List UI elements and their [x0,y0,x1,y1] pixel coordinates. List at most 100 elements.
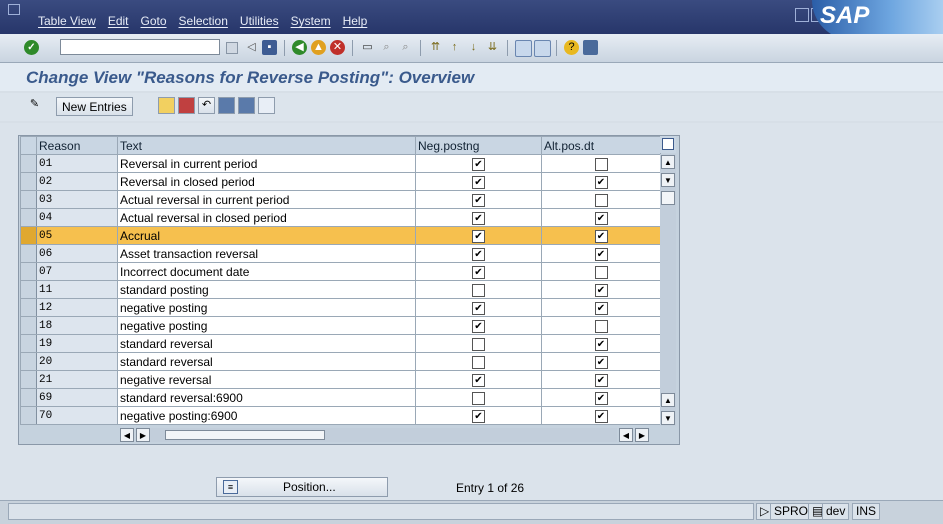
neg-posting-checkbox[interactable]: ✔ [472,319,485,333]
table-row[interactable]: 19 standard reversal ✔ [20,334,661,353]
neg-posting-checkbox[interactable]: ✔ [472,265,485,279]
reason-cell[interactable]: 11 [36,280,118,299]
column-header-text[interactable]: Text [117,136,416,155]
row-selector[interactable] [20,388,37,407]
neg-posting-checkbox[interactable]: ✔ [472,193,485,207]
help-icon[interactable]: ? [564,40,579,55]
reason-cell[interactable]: 18 [36,316,118,335]
save-icon[interactable]: ▪ [262,40,277,55]
exit-icon[interactable]: ▲ [311,40,326,55]
table-row[interactable]: 11 standard posting ✔ [20,280,661,299]
reason-cell[interactable]: 69 [36,388,118,407]
table-row[interactable]: 20 standard reversal ✔ [20,352,661,371]
create-session-icon[interactable] [515,40,532,57]
text-cell[interactable]: Incorrect document date [117,262,416,281]
find-icon[interactable]: ⌕ [379,40,394,55]
row-selector[interactable] [20,172,37,191]
row-selector[interactable] [20,262,37,281]
table-row[interactable]: 18 negative posting ✔ [20,316,661,335]
reason-cell[interactable]: 06 [36,244,118,263]
table-row[interactable]: 07 Incorrect document date ✔ [20,262,661,281]
row-selector[interactable] [20,406,37,425]
select-all-column[interactable] [20,136,37,155]
copy-as-icon[interactable] [158,97,175,114]
neg-posting-checkbox[interactable]: ✔ [472,409,485,423]
alt-posting-date-checkbox[interactable] [594,157,608,171]
text-cell[interactable]: negative posting:6900 [117,406,416,425]
minimize-icon[interactable] [795,8,809,22]
menu-help[interactable]: Help [343,14,368,28]
neg-posting-checkbox[interactable]: ✔ [472,247,485,261]
back-icon[interactable]: ◀ [292,40,307,55]
alt-posting-date-checkbox[interactable] [594,265,608,279]
reason-cell[interactable]: 12 [36,298,118,317]
alt-posting-date-checkbox[interactable]: ✔ [594,301,608,315]
reason-cell[interactable]: 03 [36,190,118,209]
menu-table-view[interactable]: Table View [38,14,96,28]
scroll-right-icon[interactable]: ▶ [136,428,150,442]
reason-cell[interactable]: 04 [36,208,118,227]
reason-cell[interactable]: 05 [36,226,118,245]
status-mode[interactable]: INS [852,503,881,520]
text-cell[interactable]: negative posting [117,316,416,335]
column-header-alt-posting-date[interactable]: Alt.pos.dt [541,136,661,155]
row-selector[interactable] [20,244,37,263]
text-cell[interactable]: Actual reversal in current period [117,190,416,209]
reason-cell[interactable]: 21 [36,370,118,389]
column-scroll-left-icon[interactable]: ◀ [619,428,633,442]
text-cell[interactable]: standard reversal [117,334,416,353]
layout-menu-icon[interactable] [583,40,598,55]
neg-posting-checkbox[interactable] [472,355,485,369]
row-selector[interactable] [20,208,37,227]
alt-posting-date-checkbox[interactable]: ✔ [594,211,608,225]
neg-posting-checkbox[interactable] [472,337,485,351]
neg-posting-checkbox[interactable]: ✔ [472,229,485,243]
row-selector[interactable] [20,370,37,389]
text-cell[interactable]: Accrual [117,226,416,245]
text-cell[interactable]: negative posting [117,298,416,317]
menu-system[interactable]: System [291,14,331,28]
text-cell[interactable]: standard reversal [117,352,416,371]
previous-page-icon[interactable]: ↑ [447,40,462,55]
reason-cell[interactable]: 70 [36,406,118,425]
text-cell[interactable]: Actual reversal in closed period [117,208,416,227]
alt-posting-date-checkbox[interactable]: ✔ [594,175,608,189]
alt-posting-date-checkbox[interactable]: ✔ [594,391,608,405]
table-row[interactable]: 04 Actual reversal in closed period ✔ ✔ [20,208,661,227]
reason-cell[interactable]: 20 [36,352,118,371]
row-selector[interactable] [20,226,37,245]
table-row[interactable]: 06 Asset transaction reversal ✔ ✔ [20,244,661,263]
alt-posting-date-checkbox[interactable]: ✔ [594,229,608,243]
alt-posting-date-checkbox[interactable]: ✔ [594,247,608,261]
neg-posting-checkbox[interactable]: ✔ [472,157,485,171]
reason-cell[interactable]: 02 [36,172,118,191]
scroll-page-up-icon[interactable]: ▲ [661,393,675,407]
text-cell[interactable]: standard posting [117,280,416,299]
row-selector[interactable] [20,352,37,371]
table-row[interactable]: 70 negative posting:6900 ✔ ✔ [20,406,661,425]
text-cell[interactable]: negative reversal [117,370,416,389]
alt-posting-date-checkbox[interactable]: ✔ [594,409,608,423]
alt-posting-date-checkbox[interactable] [594,193,608,207]
neg-posting-checkbox[interactable] [472,283,485,297]
scroll-left-icon[interactable]: ◀ [120,428,134,442]
reason-cell[interactable]: 19 [36,334,118,353]
text-cell[interactable]: Asset transaction reversal [117,244,416,263]
menu-edit[interactable]: Edit [108,14,129,28]
row-selector[interactable] [20,154,37,173]
display-change-icon[interactable]: ✎ [26,97,43,114]
row-selector[interactable] [20,334,37,353]
shortcut-icon[interactable] [534,40,551,57]
text-cell[interactable]: Reversal in current period [117,154,416,173]
alt-posting-date-checkbox[interactable]: ✔ [594,355,608,369]
command-field[interactable] [60,39,220,55]
select-all-icon[interactable] [218,97,235,114]
row-selector[interactable] [20,190,37,209]
menu-utilities[interactable]: Utilities [240,14,279,28]
command-history-icon[interactable] [226,42,238,54]
next-page-icon[interactable]: ↓ [466,40,481,55]
delete-icon[interactable] [178,97,195,114]
reason-cell[interactable]: 01 [36,154,118,173]
enter-icon[interactable]: ✓ [24,40,39,55]
row-selector[interactable] [20,316,37,335]
